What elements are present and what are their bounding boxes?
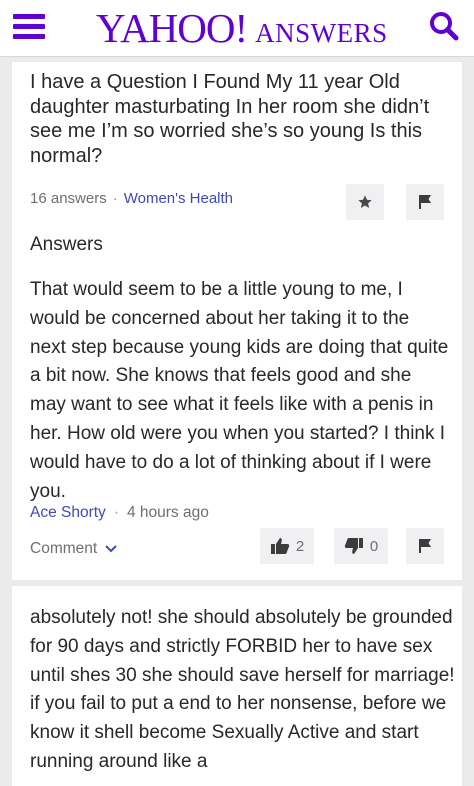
answer-time: 4 hours ago [126, 504, 209, 521]
comment-button[interactable]: Comment [30, 540, 117, 558]
answer-meta: Ace Shorty · 4 hours ago [30, 504, 209, 522]
answer-count: 16 answers [30, 190, 107, 207]
thumbs-up-icon [270, 538, 290, 554]
answers-heading: Answers [30, 234, 103, 255]
top-bar: YAHOO! ANSWERS [0, 0, 474, 57]
search-icon[interactable] [428, 10, 460, 42]
logo-yahoo-text: YAHOO! [96, 5, 248, 51]
category-link[interactable]: Women's Health [124, 190, 233, 207]
star-button[interactable] [346, 184, 384, 220]
question-card: I have a Question I Found My 11 year Old… [12, 62, 462, 580]
flag-question-button[interactable] [406, 184, 444, 220]
star-icon [358, 195, 372, 208]
thumbs-down-count: 0 [369, 537, 379, 555]
thumbs-down-icon [344, 538, 363, 554]
flag-answer-button[interactable] [406, 528, 444, 564]
flag-icon [419, 539, 431, 553]
answer-card: absolutely not! she should absolutely be… [12, 586, 462, 786]
answer-text: absolutely not! she should absolutely be… [30, 607, 455, 772]
question-title: I have a Question I Found My 11 year Old… [30, 71, 430, 167]
chevron-down-icon [105, 545, 117, 553]
hamburger-menu-icon[interactable] [13, 14, 45, 40]
meta-separator: · [112, 190, 118, 207]
thumbs-up-button[interactable]: 2 [260, 528, 314, 564]
flag-icon [419, 195, 431, 209]
thumbs-down-button[interactable]: 0 [334, 528, 388, 564]
logo-answers-text: ANSWERS [255, 18, 388, 48]
answer-text: That would seem to be a little young to … [30, 279, 449, 502]
yahoo-answers-logo[interactable]: YAHOO! ANSWERS [96, 6, 388, 50]
answer-author[interactable]: Ace Shorty [30, 504, 106, 521]
thumbs-up-count: 2 [295, 537, 305, 555]
meta-separator: · [113, 504, 119, 521]
comment-label: Comment [30, 540, 98, 557]
question-meta: 16 answers · Women's Health [30, 190, 233, 207]
